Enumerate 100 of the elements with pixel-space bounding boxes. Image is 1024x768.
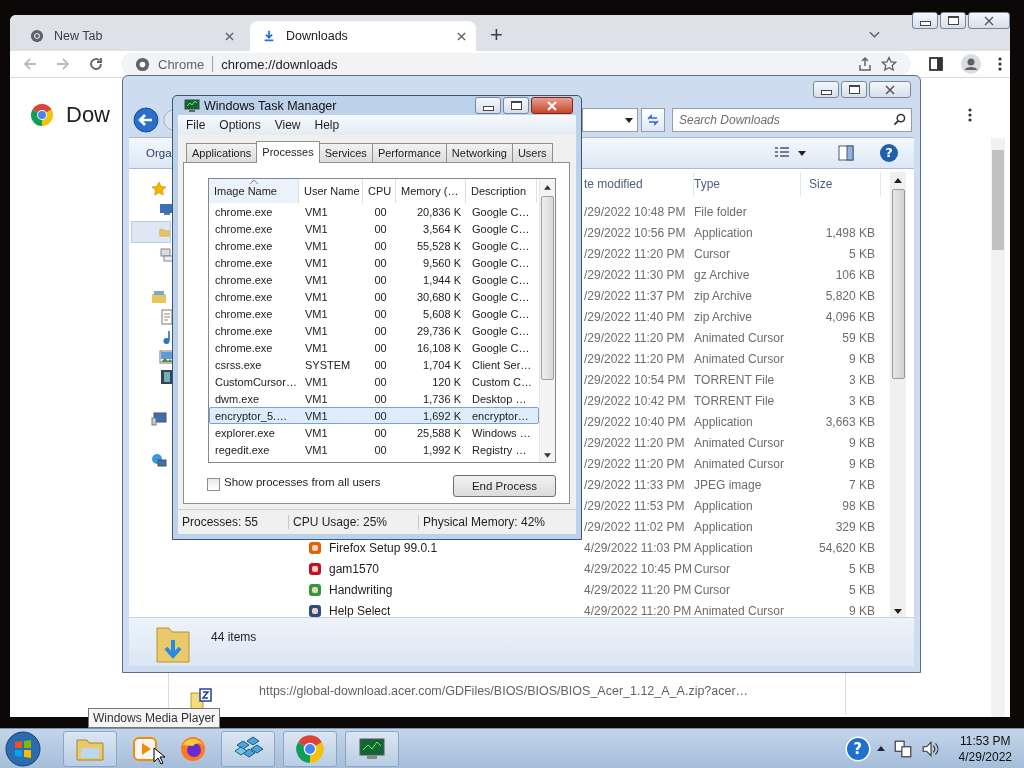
video-icon[interactable]: [159, 369, 175, 385]
menu-icon[interactable]: [998, 56, 1002, 72]
menu-item[interactable]: File: [186, 118, 206, 132]
places-icon[interactable]: [159, 247, 175, 263]
start-button[interactable]: [5, 730, 41, 767]
help-button[interactable]: ?: [846, 737, 869, 760]
menu-item[interactable]: Help: [314, 118, 340, 132]
network-icon[interactable]: [151, 453, 167, 469]
process-row[interactable]: chrome.exe VM1 00 55,528 K Google C…: [209, 237, 539, 254]
search-field[interactable]: Search Downloads: [672, 108, 912, 132]
process-row[interactable]: CustomCursor… VM1 00 120 K Custom C…: [209, 373, 539, 390]
scrollbar[interactable]: [539, 179, 555, 462]
close-button[interactable]: [869, 81, 911, 98]
close-icon[interactable]: [457, 31, 466, 41]
process-cell-text: 5,608 K: [422, 307, 462, 320]
search-icon[interactable]: [893, 113, 906, 126]
star-icon[interactable]: [151, 181, 167, 197]
column-header[interactable]: Description: [466, 179, 537, 203]
process-row[interactable]: chrome.exe VM1 00 5,608 K Google C…: [209, 305, 539, 322]
preview-pane-icon[interactable]: [838, 145, 854, 161]
file-size: 98 KB: [841, 498, 876, 513]
maximize-button[interactable]: [940, 12, 966, 29]
column-header[interactable]: Type: [694, 172, 801, 196]
minimize-button[interactable]: [475, 97, 501, 114]
process-row[interactable]: chrome.exe VM1 00 9,560 K Google C…: [209, 254, 539, 271]
process-row[interactable]: regedit.exe VM1 00 1,992 K Registry …: [209, 441, 539, 458]
menu-item[interactable]: View: [274, 118, 301, 132]
process-row[interactable]: explorer.exe VM1 00 25,588 K Windows …: [209, 424, 539, 441]
close-button[interactable]: [531, 97, 573, 114]
registry-taskbar-button[interactable]: [221, 730, 275, 767]
end-process-button[interactable]: End Process: [453, 475, 556, 497]
process-row[interactable]: chrome.exe VM1 00 1,944 K Google C…: [209, 271, 539, 288]
tab[interactable]: Processes: [256, 141, 320, 163]
scrollbar[interactable]: [890, 172, 906, 617]
avatar-icon[interactable]: [961, 54, 981, 74]
process-cell-text: VM1: [304, 409, 329, 422]
tab[interactable]: Performance: [371, 143, 447, 162]
column-header[interactable]: CPU: [363, 179, 396, 203]
file-name[interactable]: Handwriting: [329, 582, 393, 597]
reload-icon[interactable]: [88, 56, 104, 72]
process-row[interactable]: chrome.exe VM1 00 20,836 K Google C…: [209, 203, 539, 220]
new-tab-button[interactable]: +: [482, 19, 511, 51]
file-name[interactable]: Firefox Setup 99.0.1: [329, 540, 438, 555]
process-row[interactable]: chrome.exe VM1 00 3,564 K Google C…: [209, 220, 539, 237]
scroll-up-icon[interactable]: [894, 178, 902, 183]
tab[interactable]: Networking: [445, 143, 513, 162]
maximize-button[interactable]: [841, 81, 867, 98]
caret-icon[interactable]: [798, 150, 806, 156]
document-icon[interactable]: [159, 309, 175, 325]
browser-tab[interactable]: New Tab: [18, 21, 244, 51]
process-row[interactable]: dwm.exe VM1 00 1,736 K Desktop …: [209, 390, 539, 407]
star-icon[interactable]: [881, 56, 897, 72]
network-icon[interactable]: [892, 738, 913, 759]
maximize-button[interactable]: [503, 97, 529, 114]
scroll-down-icon[interactable]: [544, 453, 551, 458]
chevron-down-icon[interactable]: [869, 31, 880, 39]
chrome-taskbar-button[interactable]: [283, 730, 337, 767]
minimize-button[interactable]: [813, 81, 839, 98]
refresh-button[interactable]: [641, 108, 665, 132]
address-bar[interactable]: Chrome chrome://downloads: [121, 53, 911, 75]
scroll-down-icon[interactable]: [894, 609, 902, 614]
file-name[interactable]: Help Select: [329, 603, 391, 617]
menu-item[interactable]: Options: [219, 118, 261, 132]
close-icon[interactable]: [225, 31, 234, 41]
site-icon[interactable]: [135, 56, 150, 72]
browser-tab[interactable]: Downloads: [250, 21, 476, 51]
process-row[interactable]: csrss.exe SYSTEM 00 1,704 K Client Ser…: [209, 356, 539, 373]
close-icon: [984, 15, 994, 26]
process-row[interactable]: chrome.exe VM1 00 29,736 K Google C…: [209, 322, 539, 339]
computer-icon[interactable]: [151, 411, 167, 427]
scroll-up-icon[interactable]: [544, 185, 551, 190]
process-row[interactable]: chrome.exe VM1 00 16,108 K Google C…: [209, 339, 539, 356]
organize-button[interactable]: Orga: [146, 147, 172, 159]
close-button[interactable]: [968, 12, 1010, 29]
tab[interactable]: Applications: [186, 143, 258, 162]
volume-icon[interactable]: [920, 738, 941, 759]
back-button[interactable]: [133, 107, 159, 133]
caret-icon[interactable]: [625, 117, 633, 123]
minimize-button[interactable]: [912, 12, 938, 29]
process-row[interactable]: encryptor_5.… VM1 00 1,692 K encryptor…: [209, 407, 539, 424]
tab[interactable]: Users: [511, 143, 553, 162]
task-manager-taskbar-button[interactable]: [345, 730, 399, 767]
side-panel-icon[interactable]: [928, 56, 944, 72]
checkbox[interactable]: [207, 477, 220, 491]
help-button[interactable]: ?: [880, 144, 898, 162]
show-hidden-icons-icon[interactable]: [876, 746, 885, 751]
scrollbar[interactable]: [991, 138, 1005, 717]
column-header[interactable]: Image Name: [209, 179, 299, 203]
process-row[interactable]: chrome.exe VM1 00 30,680 K Google C…: [209, 288, 539, 305]
share-icon[interactable]: [857, 56, 873, 72]
file-size: 3 KB: [848, 372, 876, 387]
checkbox-label[interactable]: Show processes from all users: [224, 476, 381, 488]
more-icon[interactable]: [968, 107, 972, 123]
file-name[interactable]: gam1570: [329, 561, 380, 576]
tab[interactable]: Services: [318, 143, 373, 162]
column-header[interactable]: Size: [801, 172, 881, 196]
column-header[interactable]: User Name: [299, 179, 363, 203]
column-header[interactable]: te modified: [584, 172, 694, 196]
column-header[interactable]: Memory (…: [396, 179, 466, 203]
clock[interactable]: 11:53 PM 4/29/2022: [958, 732, 1012, 765]
